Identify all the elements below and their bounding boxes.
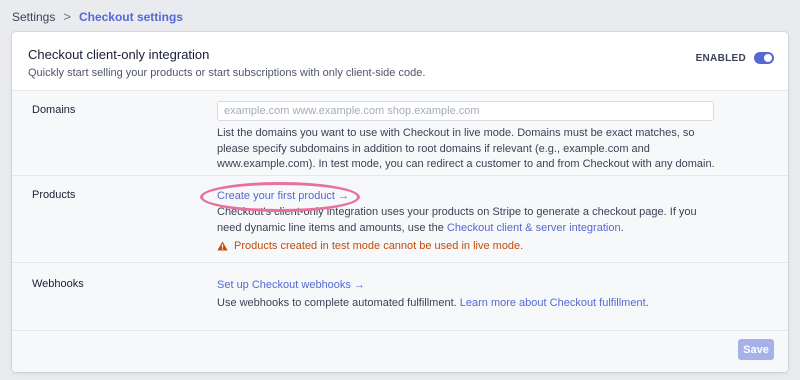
webhooks-description: Use webhooks to complete automated fulfi… — [217, 296, 728, 311]
toggle-knob — [764, 54, 772, 62]
setup-webhooks-link[interactable]: Set up Checkout webhooks → — [217, 278, 728, 293]
card-header: Checkout client-only integration Quickly… — [12, 32, 788, 90]
webhooks-row: Webhooks Set up Checkout webhooks → Use w… — [12, 263, 788, 330]
domains-label: Domains — [32, 104, 76, 116]
breadcrumb-current[interactable]: Checkout settings — [79, 9, 183, 25]
checkout-settings-card: Checkout client-only integration Quickly… — [12, 32, 788, 372]
enabled-label: ENABLED — [695, 52, 746, 64]
domains-row: Domains List the domains you want to use… — [12, 91, 788, 176]
warning-icon — [217, 241, 228, 251]
webhooks-label: Webhooks — [32, 278, 84, 290]
card-title: Checkout client-only integration — [28, 47, 210, 62]
webhooks-content: Set up Checkout webhooks → Use webhooks t… — [217, 263, 788, 330]
enabled-toggle[interactable] — [754, 52, 774, 64]
webhooks-description-text: Use webhooks to complete automated fulfi… — [217, 297, 460, 309]
checkout-fulfillment-link[interactable]: Learn more about Checkout fulfillment — [460, 297, 646, 309]
save-button[interactable]: Save — [738, 339, 774, 360]
card-footer: Save — [12, 331, 788, 372]
breadcrumb-settings-link[interactable]: Settings — [12, 9, 55, 25]
products-row: Products Create your first product → Chec… — [12, 176, 788, 263]
domains-help-text: List the domains you want to use with Ch… — [217, 127, 715, 170]
card-subtitle: Quickly start selling your products or s… — [28, 67, 426, 79]
setup-webhooks-label: Set up Checkout webhooks — [217, 279, 351, 291]
settings-rows: Domains List the domains you want to use… — [12, 90, 788, 331]
domains-content: List the domains you want to use with Ch… — [217, 91, 788, 175]
enabled-toggle-group: ENABLED — [696, 52, 774, 64]
arrow-right-icon: → — [353, 279, 365, 291]
create-first-product-link[interactable]: Create your first product → — [217, 189, 728, 204]
breadcrumb-separator: > — [63, 9, 71, 24]
breadcrumb: Settings > Checkout settings — [12, 9, 183, 25]
products-description-end: . — [620, 221, 624, 234]
create-first-product-label: Create your first product — [217, 190, 335, 202]
client-server-integration-link[interactable]: Checkout client & server integration — [447, 222, 621, 234]
products-content: Create your first product → Checkout's cl… — [217, 176, 788, 262]
products-description: Checkout's client-only integration uses … — [217, 205, 707, 236]
webhooks-description-end: . — [645, 297, 649, 309]
arrow-right-icon: → — [338, 190, 349, 202]
warning-text: Products created in test mode cannot be … — [234, 240, 524, 252]
products-label: Products — [32, 189, 76, 201]
test-mode-warning: Products created in test mode cannot be … — [217, 239, 728, 253]
domains-input[interactable] — [217, 101, 714, 121]
